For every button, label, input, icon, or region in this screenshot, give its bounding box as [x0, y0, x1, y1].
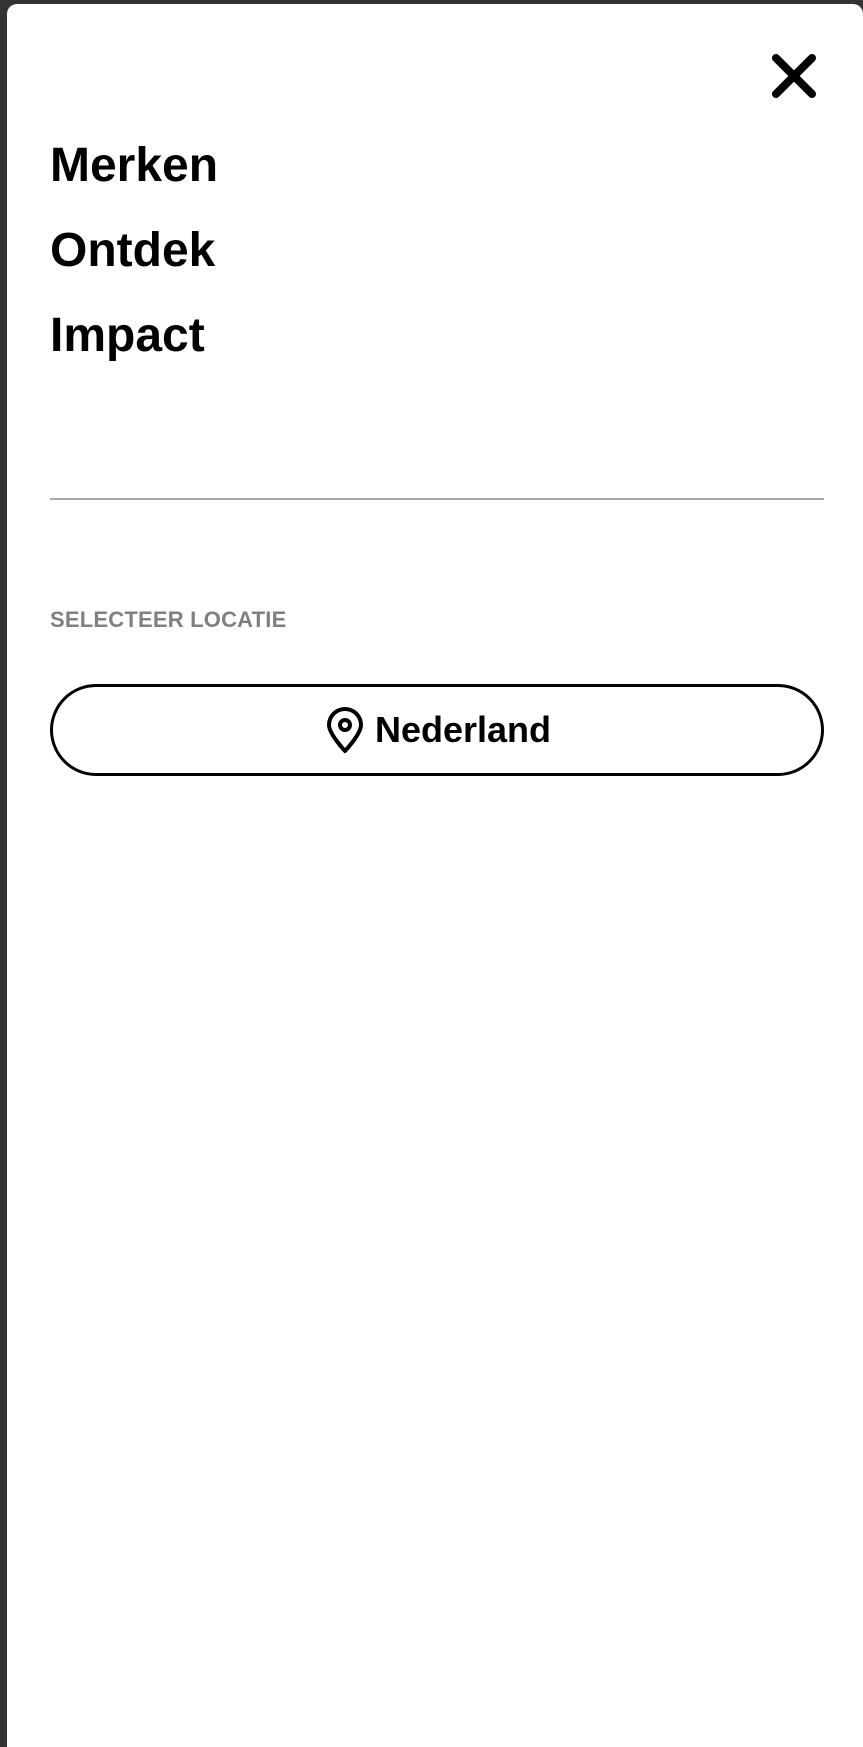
location-selector-button[interactable]: Nederland [50, 684, 824, 776]
divider [50, 498, 824, 500]
map-pin-icon [323, 706, 367, 754]
close-button[interactable] [765, 49, 823, 107]
main-nav: Merken Ontdek Impact [50, 138, 218, 393]
menu-drawer: Merken Ontdek Impact SELECTEER LOCATIE N… [7, 4, 863, 1747]
close-icon [770, 52, 818, 105]
nav-item-impact[interactable]: Impact [50, 308, 218, 393]
nav-item-merken[interactable]: Merken [50, 138, 218, 223]
location-selected-label: Nederland [374, 709, 552, 750]
location-section-label: SELECTEER LOCATIE [50, 607, 287, 632]
nav-item-ontdek[interactable]: Ontdek [50, 223, 218, 308]
